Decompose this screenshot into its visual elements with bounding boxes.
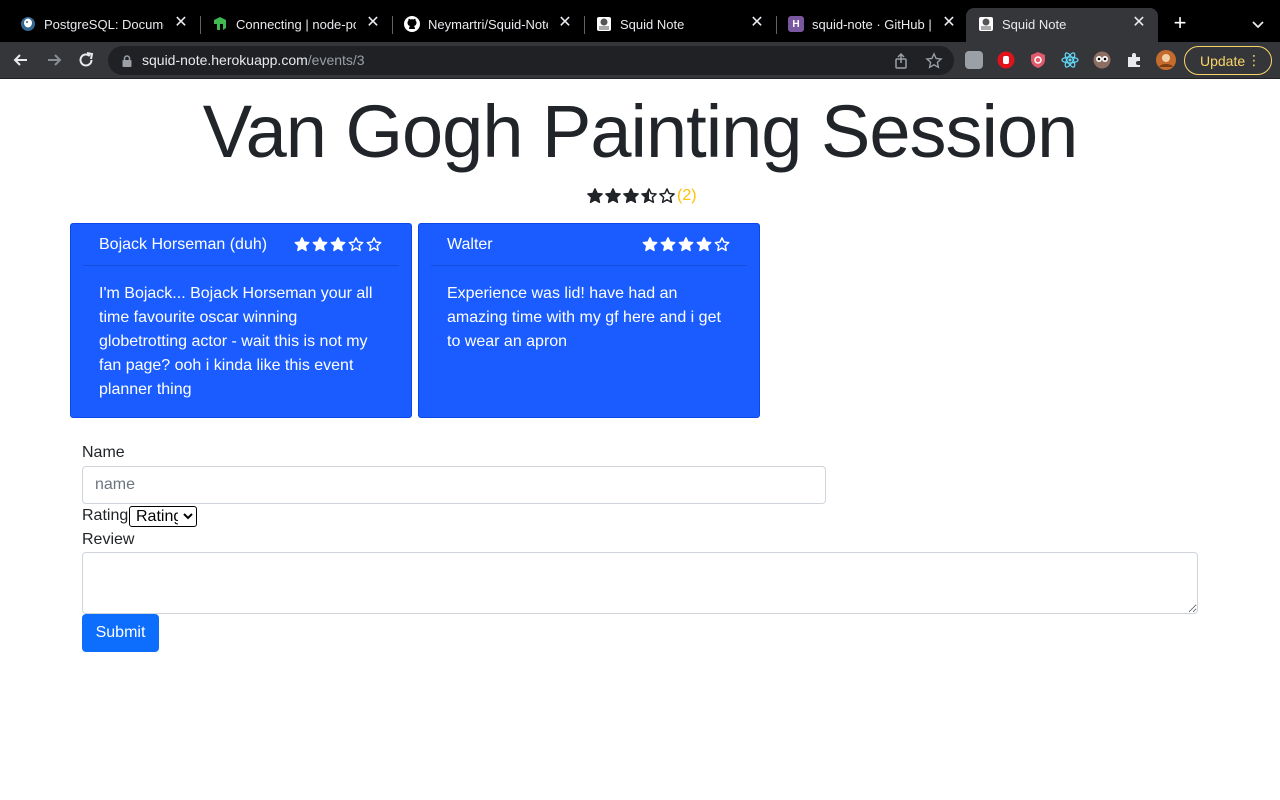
review-card-header: Bojack Horseman (duh) [83,224,399,266]
page-title: Van Gogh Painting Session [202,90,1079,173]
star-filled-icon [623,188,639,204]
reload-button[interactable] [75,49,97,71]
back-button[interactable] [10,49,32,71]
tab-postgresql[interactable]: PostgreSQL: Documen ✕ [8,8,200,42]
hand-extension-icon[interactable] [997,51,1015,69]
star-filled-icon [312,237,328,252]
star-filled-icon [660,237,676,252]
review-star-rating [641,236,731,253]
url-host: squid-note.herokuapp.com [142,52,308,68]
browser-toolbar: squid-note.herokuapp.com/events/3 Update… [0,42,1280,79]
star-filled-icon [294,237,310,252]
review-text: Experience was lid! have had an amazing … [447,285,721,350]
puzzle-icon[interactable] [1125,51,1143,69]
average-rating: (2) [586,186,697,206]
review-text: I'm Bojack... Bojack Horseman your all t… [99,285,373,398]
reviewer-name: Walter [447,236,493,253]
extension-icon[interactable] [965,51,983,69]
star-filled-icon [587,188,603,204]
tab-title: Neymartri/Squid-Note [428,17,548,32]
squid-icon [596,16,612,32]
postgresql-icon [20,16,36,32]
close-icon[interactable]: ✕ [750,15,764,31]
more-vert-icon: ⋮ [1247,52,1261,68]
close-icon[interactable]: ✕ [174,15,188,31]
star-empty-icon [659,188,675,204]
heroku-icon: H [788,16,804,32]
squid-icon [978,16,994,32]
new-tab-button[interactable]: + [1168,12,1192,36]
review-card: Bojack Horseman (duh) I'm Bojack... Boja… [70,223,412,418]
close-icon[interactable]: ✕ [366,15,380,31]
forward-button[interactable] [43,49,65,71]
tab-github[interactable]: Neymartri/Squid-Note ✕ [392,8,584,42]
reviewer-name: Bojack Horseman (duh) [99,236,268,253]
node-postgres-icon [212,16,228,32]
tab-strip: PostgreSQL: Documen ✕ Connecting | node-… [0,0,1280,42]
review-card-header: Walter [431,224,747,266]
chevron-down-icon[interactable] [1248,14,1268,34]
tab-title: squid-note · GitHub | H [812,17,932,32]
rating-count: (2) [677,187,697,204]
close-icon[interactable]: ✕ [558,15,572,31]
submit-button[interactable]: Submit [82,614,159,652]
url-path: /events/3 [307,52,365,68]
review-label: Review [82,531,135,548]
owl-extension-icon[interactable] [1093,51,1111,69]
star-filled-icon [696,237,712,252]
review-star-rating [293,236,383,253]
review-card: Walter Experience was lid! have had an a… [418,223,760,418]
address-bar[interactable]: squid-note.herokuapp.com/events/3 [108,46,954,75]
name-label: Name [82,444,125,461]
url-text: squid-note.herokuapp.com/events/3 [142,52,365,68]
tab-squid-note-active[interactable]: Squid Note ✕ [966,8,1158,42]
page-content: Van Gogh Painting Session (2) Bojack Hor… [0,79,1280,800]
star-filled-icon [605,188,621,204]
tab-node-postgres[interactable]: Connecting | node-po ✕ [200,8,392,42]
rating-select[interactable]: Rating [129,506,197,527]
avatar[interactable] [1156,50,1176,70]
close-icon[interactable]: ✕ [1132,15,1146,31]
tab-title: Squid Note [620,17,685,32]
tab-title: Connecting | node-po [236,17,356,32]
update-button[interactable]: Update ⋮ [1184,46,1272,75]
star-empty-icon [366,237,382,252]
tab-squid-note[interactable]: Squid Note ✕ [584,8,776,42]
bookmark-star-icon[interactable] [925,52,943,70]
close-icon[interactable]: ✕ [942,15,956,31]
star-empty-icon [714,237,730,252]
star-empty-icon [348,237,364,252]
lock-icon [122,54,132,67]
star-half-icon [641,188,657,204]
star-filled-icon [642,237,658,252]
star-filled-icon [330,237,346,252]
name-input[interactable] [82,466,826,504]
tab-title: PostgreSQL: Documen [44,17,164,32]
share-icon[interactable] [892,52,910,70]
star-filled-icon [678,237,694,252]
tab-heroku[interactable]: H squid-note · GitHub | H ✕ [776,8,968,42]
github-icon [404,16,420,32]
update-label: Update [1200,53,1246,69]
react-icon[interactable] [1061,51,1079,69]
shield-icon[interactable] [1029,51,1047,69]
star-rating [586,187,676,205]
review-textarea[interactable] [82,552,1198,614]
rating-label: Rating [82,507,129,524]
tab-title: Squid Note [1002,17,1067,32]
